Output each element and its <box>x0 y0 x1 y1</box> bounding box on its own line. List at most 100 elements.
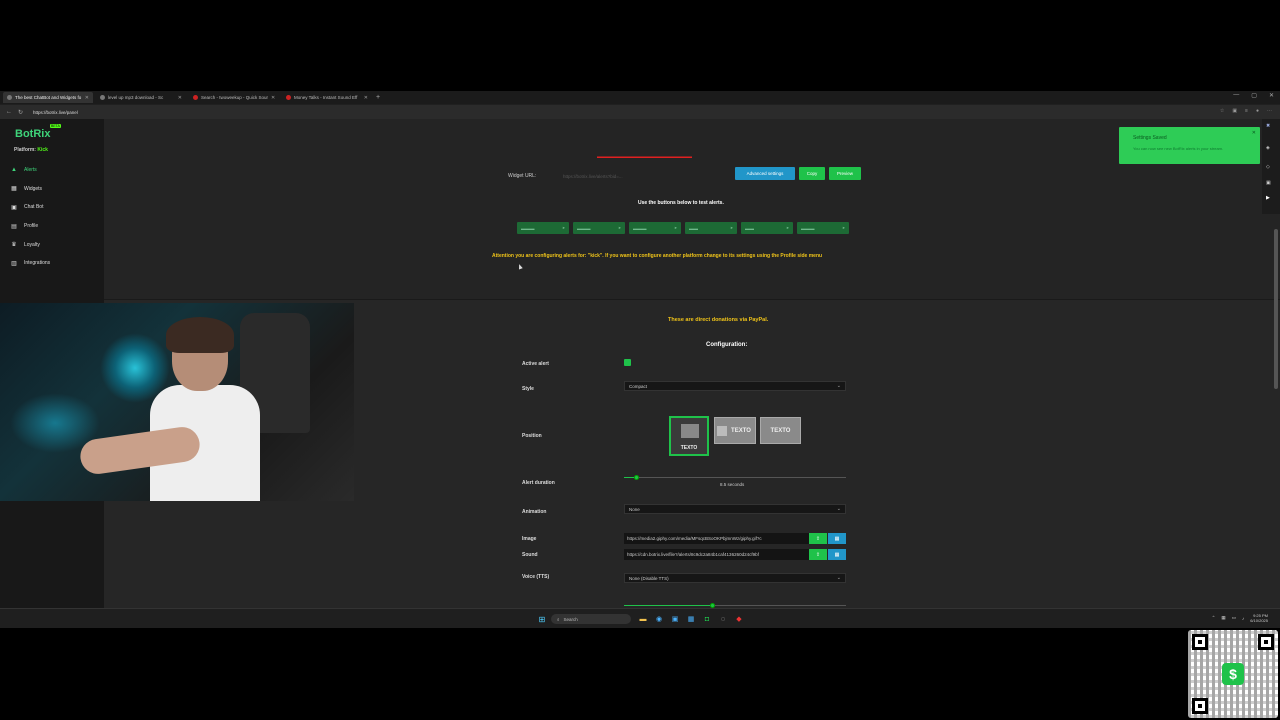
test-alert-button[interactable]: ▬▬ ▸ <box>741 222 793 234</box>
voice-tts-label: Voice (TTS) <box>522 574 550 580</box>
sidebar-item-alerts[interactable]: ▲ Alerts <box>10 161 100 180</box>
edge-icon[interactable]: ◉ <box>653 613 665 625</box>
animation-select[interactable]: None ⌄ <box>624 504 846 514</box>
botrix-logo[interactable]: BotRix <box>15 128 50 140</box>
tab-close-icon[interactable]: ✕ <box>178 95 182 101</box>
refresh-icon[interactable]: ↻ <box>18 109 23 116</box>
sidebar-item-label: Loyalty <box>24 241 40 248</box>
page-scrollbar[interactable] <box>1274 229 1278 389</box>
webcam-overlay <box>0 303 354 501</box>
taskbar-apps: ▬ ◉ ▣ ▦ ◘ ◌ ◆ <box>637 613 745 625</box>
play-icon[interactable]: ▶ <box>1266 195 1270 201</box>
test-alert-button[interactable]: ▬▬▬ ▸ <box>573 222 625 234</box>
style-select[interactable]: Compact ⌄ <box>624 381 846 391</box>
desktop-screen: The best ChatBot and Widgets fo ✕ level … <box>0 91 1280 628</box>
qr-finder <box>1192 634 1208 650</box>
profile-icon: ▤ <box>11 223 17 230</box>
clock[interactable]: 9:25 PM 6/10/2025 <box>1250 613 1268 623</box>
tab-close-icon[interactable]: ✕ <box>271 95 275 101</box>
style-value: Compact <box>629 383 648 389</box>
test-alert-button[interactable]: ▬▬▬ ▸ <box>517 222 569 234</box>
obs-icon[interactable]: ◌ <box>717 613 729 625</box>
profile-icon[interactable]: ● <box>1256 108 1259 114</box>
library-icon: ▦ <box>834 551 840 558</box>
browser-tab-botrix[interactable]: The best ChatBot and Widgets fo ✕ <box>3 92 93 103</box>
sidebar-item-integrations[interactable]: ▥ Integrations <box>10 254 100 273</box>
sidebar-item-widgets[interactable]: ▦ Widgets <box>10 180 100 199</box>
close-icon[interactable]: ✕ <box>1252 130 1256 136</box>
copilot-icon[interactable]: ✖ <box>1266 123 1270 129</box>
alert-duration-slider[interactable] <box>624 475 846 480</box>
tools-icon[interactable]: ◇ <box>1266 164 1270 170</box>
mail-icon[interactable]: ▦ <box>685 613 697 625</box>
browser-tab-levelup[interactable]: level up mp3 download - Sc ✕ <box>96 92 186 103</box>
test-alert-button[interactable]: ▬▬ ▸ <box>685 222 737 234</box>
test-alert-buttons: ▬▬▬ ▸ ▬▬▬ ▸ ▬▬▬ ▸ ▬▬ ▸ ▬▬ ▸ ▬▬▬ ▸ <box>517 222 849 234</box>
active-alert-checkbox[interactable] <box>624 359 631 366</box>
address-bar-icons: ☆ ▣ ≡ ● ⋯ <box>1220 108 1272 114</box>
new-tab-button[interactable]: + <box>376 94 380 101</box>
star-icon[interactable]: ☆ <box>1220 108 1224 114</box>
minimize-icon[interactable]: — <box>1233 92 1239 99</box>
voice-tts-select[interactable]: None (Disable TTS) ⌄ <box>624 573 846 583</box>
tray-chevron-icon[interactable]: ⌃ <box>1212 615 1216 621</box>
position-option-text-only[interactable]: TEXTO <box>760 417 801 444</box>
tray-app-icon[interactable]: ▦ <box>1221 615 1225 621</box>
test-alert-button[interactable]: ▬▬▬ ▸ <box>797 222 849 234</box>
maximize-icon[interactable]: ▢ <box>1251 92 1257 99</box>
start-icon[interactable]: ⊞ <box>536 613 548 625</box>
tab-close-icon[interactable]: ✕ <box>85 95 89 101</box>
volume-icon[interactable]: ♪ <box>1242 616 1244 621</box>
back-icon[interactable]: ← <box>6 109 12 115</box>
play-icon: ▸ <box>562 225 565 230</box>
slider-thumb[interactable] <box>634 475 640 480</box>
close-window-icon[interactable]: ✕ <box>1269 92 1274 99</box>
store-icon[interactable]: ▣ <box>669 613 681 625</box>
do-not-share-warning: ▬▬▬▬▬▬▬▬▬▬▬▬▬▬▬▬▬▬▬ <box>597 154 692 160</box>
position-option-image-left[interactable]: TEXTO <box>714 417 756 444</box>
sound-url-input[interactable]: https://cdn.botrix.live/file?/alerts/8c9… <box>624 549 809 560</box>
test-alert-button[interactable]: ▬▬▬ ▸ <box>629 222 681 234</box>
browser-tab-search[interactable]: Search - twoweekup - Quick Sour ✕ <box>189 92 279 103</box>
widget-url-field[interactable]: https://botrix.live/alerts?bid=... <box>563 171 723 181</box>
widget-section <box>104 119 1280 299</box>
advanced-settings-button[interactable]: Advanced settings <box>735 167 795 180</box>
tab-favicon-icon <box>7 95 12 100</box>
browser-tab-money-talks[interactable]: Money Talks - Instant Sound Eff ✕ <box>282 92 372 103</box>
position-option-image-top[interactable]: TEXTO <box>669 416 709 456</box>
shopping-icon[interactable]: ◈ <box>1266 145 1270 151</box>
image-gallery-button[interactable]: ▦ <box>828 533 846 544</box>
sound-library-button[interactable]: ▦ <box>828 549 846 560</box>
sidebar-item-chat-bot[interactable]: ▣ Chat Bot <box>10 198 100 217</box>
slider-fill <box>624 605 713 606</box>
platform-attention-note: Attention you are configuring alerts for… <box>492 253 823 259</box>
browser-tab-bar: The best ChatBot and Widgets fo ✕ level … <box>0 91 1280 104</box>
integrations-icon: ▥ <box>11 260 17 267</box>
sidebar-item-profile[interactable]: ▤ Profile <box>10 217 100 236</box>
file-explorer-icon[interactable]: ▬ <box>637 613 649 625</box>
sound-upload-button[interactable]: ⇪ <box>809 549 827 560</box>
copy-button[interactable]: Copy <box>799 167 825 180</box>
app-icon[interactable]: ◘ <box>701 613 713 625</box>
menu-icon[interactable]: ⋯ <box>1267 108 1272 114</box>
url-field[interactable]: https://botrix.live/panel <box>33 110 78 115</box>
favorites-icon[interactable]: ≡ <box>1245 108 1248 114</box>
app-icon[interactable]: ◆ <box>733 613 745 625</box>
games-icon[interactable]: ▣ <box>1266 180 1271 186</box>
taskbar-search[interactable]: ⌕ Search <box>551 614 631 624</box>
platform-indicator: Platform: Kick <box>14 147 48 153</box>
image-url-input[interactable]: https://media2.giphy.com/media/MFsqcBSoO… <box>624 533 809 544</box>
tab-close-icon[interactable]: ✕ <box>364 95 368 101</box>
sidebar-item-loyalty[interactable]: ♛ Loyalty <box>10 235 100 254</box>
extensions-icon[interactable]: ▣ <box>1232 108 1237 114</box>
preview-button[interactable]: Preview <box>829 167 861 180</box>
network-icon[interactable]: ▭ <box>1232 615 1236 621</box>
volume-slider[interactable] <box>624 603 846 608</box>
sidebar-item-label: Alerts <box>24 167 37 174</box>
window-controls: — ▢ ✕ <box>1233 92 1274 99</box>
test-alert-text: ▬▬▬ <box>577 225 591 231</box>
image-upload-button[interactable]: ⇪ <box>809 533 827 544</box>
tab-label: Money Talks - Instant Sound Eff <box>294 95 358 100</box>
search-icon: ⌕ <box>557 616 560 622</box>
tab-label: Search - twoweekup - Quick Sour <box>201 95 269 100</box>
